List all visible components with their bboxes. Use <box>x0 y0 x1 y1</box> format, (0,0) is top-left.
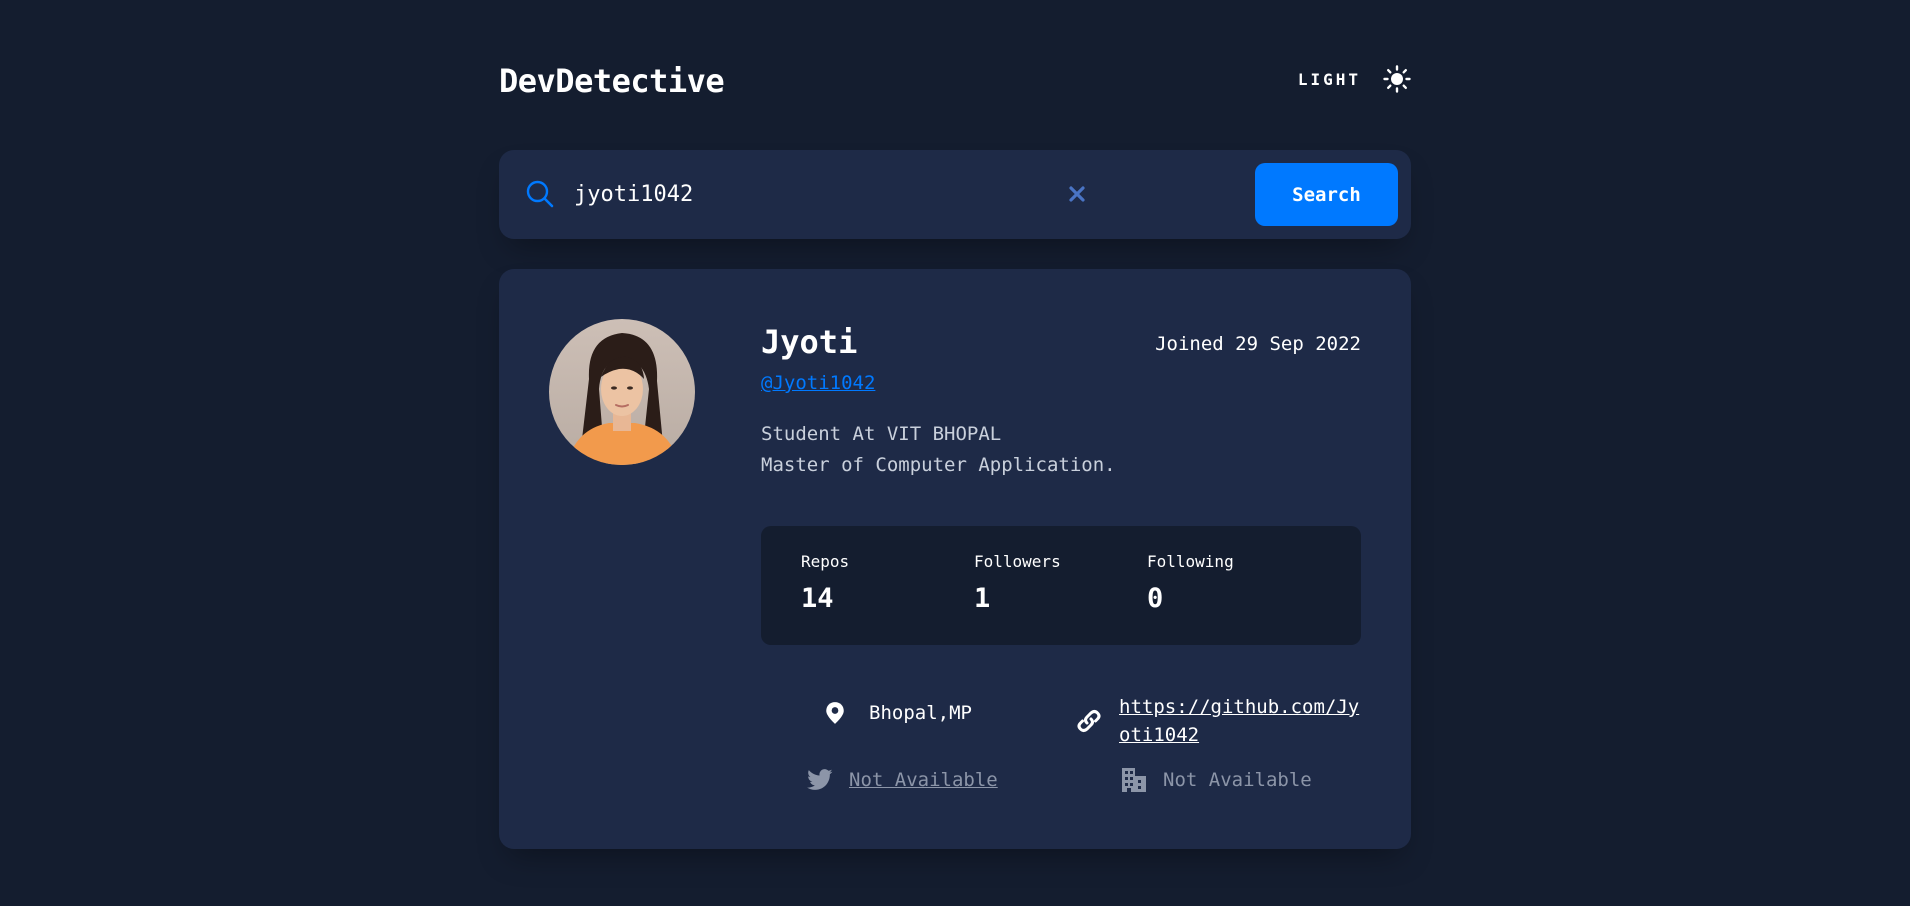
theme-toggle-button[interactable]: LIGHT <box>1298 64 1411 94</box>
blog-link[interactable]: https://github.com/Jyoti1042 <box>1119 693 1364 749</box>
joined-date: Joined 29 Sep 2022 <box>1155 333 1361 355</box>
bio-line: Master of Computer Application. <box>761 454 1116 476</box>
blog-item: https://github.com/Jyoti1042 <box>1075 693 1364 749</box>
twitter-link[interactable]: Not Available <box>849 769 998 791</box>
stat-value: 1 <box>974 583 991 614</box>
stat-label: Following <box>1147 552 1234 571</box>
stat-following: Following 0 <box>1147 552 1317 614</box>
company-item: Not Available <box>1121 766 1312 794</box>
avatar <box>549 319 695 465</box>
stat-label: Repos <box>801 552 850 571</box>
search-input[interactable] <box>574 174 1054 214</box>
profile-username-link[interactable]: @Jyoti1042 <box>761 372 875 394</box>
close-icon[interactable] <box>1066 183 1088 205</box>
stat-value: 14 <box>801 583 834 614</box>
header: DevDetective LIGHT <box>499 58 1411 106</box>
bio-line: Student At VIT BHOPAL <box>761 423 1002 445</box>
location-item: Bhopal,MP <box>825 699 972 727</box>
search-icon <box>526 180 554 208</box>
company-text: Not Available <box>1163 769 1312 791</box>
profile-name: Jyoti <box>761 323 858 361</box>
link-icon <box>1077 710 1101 732</box>
theme-toggle-label: LIGHT <box>1297 69 1361 89</box>
app-title: DevDetective <box>499 62 725 100</box>
sun-icon <box>1383 65 1411 93</box>
building-icon <box>1122 768 1146 792</box>
stat-value: 0 <box>1147 583 1164 614</box>
stat-followers: Followers 1 <box>974 552 1144 614</box>
profile-card: Jyoti Joined 29 Sep 2022 @Jyoti1042 Stud… <box>499 269 1411 849</box>
search-bar: Search <box>499 150 1411 239</box>
twitter-item: Not Available <box>807 766 998 794</box>
stats-panel: Repos 14 Followers 1 Following 0 <box>761 526 1361 645</box>
avatar-image <box>549 319 695 465</box>
twitter-icon <box>807 769 833 790</box>
location-pin-icon <box>826 702 844 724</box>
search-button[interactable]: Search <box>1255 163 1398 226</box>
stat-repos: Repos 14 <box>801 552 971 614</box>
stat-label: Followers <box>974 552 1061 571</box>
location-text: Bhopal,MP <box>869 702 972 724</box>
profile-bio: Student At VIT BHOPAL Master of Computer… <box>761 419 1116 481</box>
